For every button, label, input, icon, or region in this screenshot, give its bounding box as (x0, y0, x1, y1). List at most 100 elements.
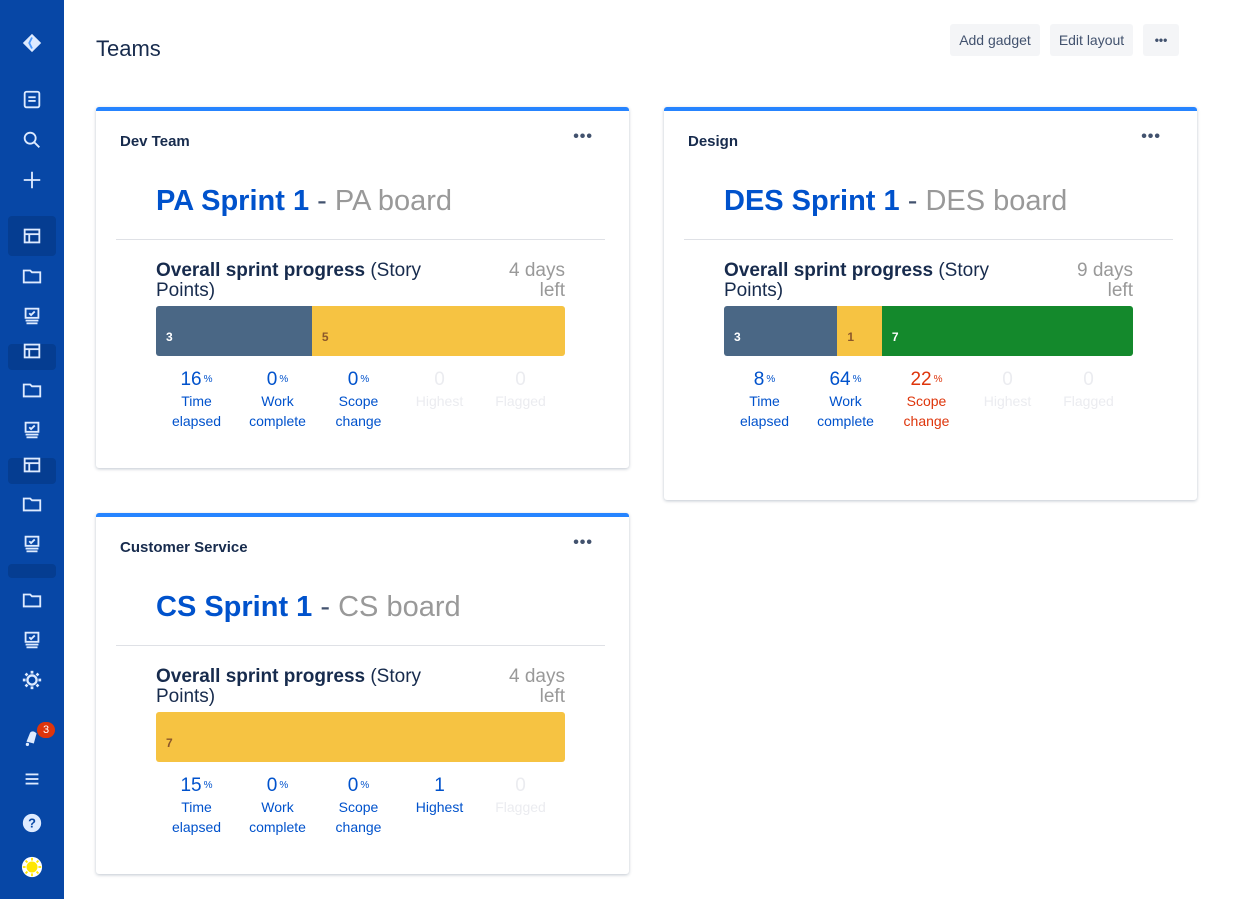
stat-value: 0 (480, 369, 561, 391)
stat-time-elapsed[interactable]: 8% Time elapsed (724, 369, 805, 431)
stat-number: 0 (347, 775, 359, 796)
gadget-more-button[interactable]: ••• (573, 534, 593, 552)
backlog-icon[interactable] (16, 300, 48, 332)
progress-segment-in-progress[interactable]: 7 (156, 712, 565, 762)
sprint-heading: CS Sprint 1 - CS board (156, 591, 461, 624)
stat-value: 64% (805, 369, 886, 391)
percent-sign: % (279, 374, 289, 385)
stat-label: Work complete (249, 799, 306, 835)
percent-sign: % (360, 374, 370, 385)
board-icon[interactable] (16, 220, 48, 252)
board-icon[interactable] (16, 454, 48, 476)
sprint-heading: PA Sprint 1 - PA board (156, 185, 452, 218)
stat-work-complete[interactable]: 64% Work complete (805, 369, 886, 431)
gadget-customer-service: Customer Service ••• CS Sprint 1 - CS bo… (96, 513, 629, 874)
sprint-stats: 16% Time elapsed 0% Work complete 0% Scope ch… (156, 369, 565, 431)
stat-work-complete[interactable]: 0% Work complete (237, 369, 318, 431)
progress-bar: 317 (724, 306, 1133, 356)
stat-time-elapsed[interactable]: 15% Time elapsed (156, 775, 237, 837)
sprint-link[interactable]: CS Sprint 1 (156, 591, 312, 623)
board-icon[interactable] (16, 340, 48, 362)
stat-number: 8 (753, 369, 765, 390)
stat-number: 0 (515, 369, 526, 390)
add-gadget-button[interactable]: Add gadget (950, 24, 1040, 56)
sprint-link[interactable]: DES Sprint 1 (724, 185, 900, 217)
folder-icon[interactable] (16, 488, 48, 520)
gadget-dev-team: Dev Team ••• PA Sprint 1 - PA board Over… (96, 107, 629, 468)
gear-icon[interactable] (16, 664, 48, 696)
stat-scope-change[interactable]: 0% Scope change (318, 775, 399, 837)
user-avatar[interactable] (16, 851, 48, 883)
gadget-title: Design (688, 133, 739, 150)
stat-highest[interactable]: 1 Highest (399, 775, 480, 837)
progress-title: Overall sprint progress (Story Points) (724, 261, 1004, 301)
sprint-heading: DES Sprint 1 - DES board (724, 185, 1067, 218)
stat-number: 15 (180, 775, 202, 796)
board-link[interactable]: CS board (338, 591, 461, 623)
stat-value: 0 (480, 775, 561, 797)
stat-label: Time elapsed (171, 393, 222, 429)
stat-scope-change[interactable]: 22% Scope change (886, 369, 967, 431)
dashboard-icon[interactable] (16, 84, 48, 116)
board-link[interactable]: DES board (925, 185, 1067, 217)
gadget-more-button[interactable]: ••• (573, 128, 593, 146)
percent-sign: % (360, 780, 370, 791)
separator: - (317, 185, 327, 217)
sprint-link[interactable]: PA Sprint 1 (156, 185, 309, 217)
stat-label: Flagged (495, 799, 546, 815)
progress-segment-done[interactable]: 3 (724, 306, 838, 356)
stat-label: Highest (415, 799, 464, 815)
folder-icon[interactable] (16, 584, 48, 616)
board-link[interactable]: PA board (335, 185, 452, 217)
stat-value: 0 (967, 369, 1048, 391)
stat-time-elapsed[interactable]: 16% Time elapsed (156, 369, 237, 431)
jira-logo-icon[interactable] (16, 27, 48, 59)
divider (116, 645, 605, 646)
separator: - (320, 591, 331, 623)
backlog-icon[interactable] (16, 624, 48, 656)
days-left: 4 days left (509, 260, 565, 301)
stat-work-complete[interactable]: 0% Work complete (237, 775, 318, 837)
progress-bar: 7 (156, 712, 565, 762)
notification-badge: 3 (37, 722, 55, 738)
stat-label: Scope change (335, 393, 382, 429)
progress-title: Overall sprint progress (Story Points) (156, 667, 436, 707)
stat-label: Time elapsed (171, 799, 222, 835)
edit-layout-button[interactable]: Edit layout (1050, 24, 1133, 56)
stat-number: 1 (434, 775, 445, 796)
percent-sign: % (933, 374, 943, 385)
progress-segment-todo-green[interactable]: 7 (881, 306, 1133, 356)
progress-segment-in-progress[interactable]: 5 (311, 306, 565, 356)
folder-icon[interactable] (16, 260, 48, 292)
search-icon[interactable] (16, 124, 48, 156)
stat-value: 0% (318, 369, 399, 391)
stat-value: 0% (318, 775, 399, 797)
svg-text:?: ? (28, 816, 36, 831)
progress-segment-in-progress[interactable]: 1 (837, 306, 882, 356)
page-title: Teams (96, 36, 161, 61)
stat-number: 64 (829, 369, 851, 390)
divider (684, 239, 1173, 240)
stat-flagged: 0 Flagged (1048, 369, 1129, 431)
gadget-design: Design ••• DES Sprint 1 - DES board Over… (664, 107, 1197, 500)
stat-label: Work complete (817, 393, 874, 429)
progress-segment-done[interactable]: 3 (156, 306, 312, 356)
sprint-stats: 15% Time elapsed 0% Work complete 0% Scope ch… (156, 775, 565, 837)
plus-icon[interactable] (16, 164, 48, 196)
stat-scope-change[interactable]: 0% Scope change (318, 369, 399, 431)
stat-value: 0 (1048, 369, 1129, 391)
help-icon[interactable]: ? (16, 807, 48, 839)
backlog-icon[interactable] (16, 414, 48, 446)
stat-label: Highest (983, 393, 1032, 409)
folder-icon[interactable] (16, 374, 48, 406)
stat-value: 0% (237, 369, 318, 391)
menu-icon[interactable] (16, 763, 48, 795)
progress-title-bold: Overall sprint progress (156, 666, 366, 687)
stat-label: Flagged (495, 393, 546, 409)
gadget-more-button[interactable]: ••• (1141, 128, 1161, 146)
backlog-icon[interactable] (16, 528, 48, 560)
progress-title: Overall sprint progress (Story Points) (156, 261, 436, 301)
more-actions-button[interactable]: ••• (1143, 24, 1179, 56)
stat-value: 1 (399, 775, 480, 797)
stat-number: 0 (1002, 369, 1013, 390)
